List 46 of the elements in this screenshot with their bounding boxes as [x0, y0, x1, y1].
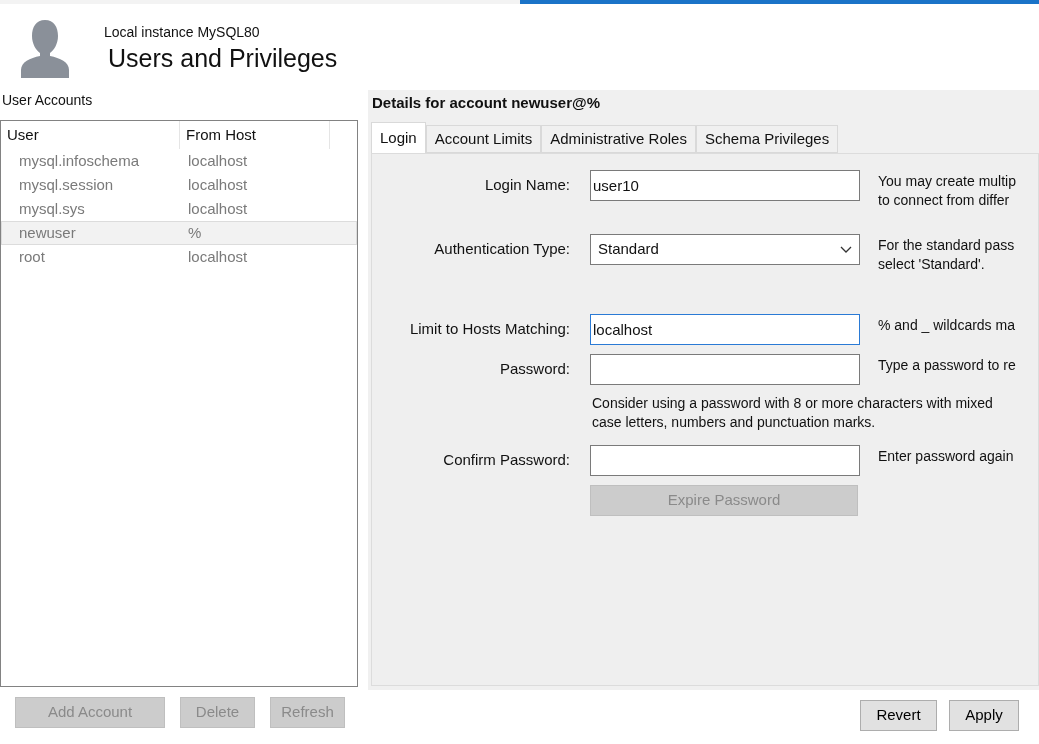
host-cell-text: localhost: [187, 198, 248, 219]
page-title: Users and Privileges: [108, 42, 338, 73]
account-row[interactable]: newuser %: [1, 221, 357, 245]
tab[interactable]: Account Limits: [425, 125, 542, 153]
account-row[interactable]: mysql.sys localhost: [1, 197, 357, 221]
account-row[interactable]: root localhost: [1, 245, 357, 269]
host-cell-text: %: [187, 222, 202, 243]
user-cell-text: mysql.session: [18, 174, 115, 195]
instance-name: Local instance MySQL80: [104, 22, 261, 42]
tab[interactable]: Login: [371, 122, 426, 153]
field-label: Limit to Hosts Matching:: [408, 319, 570, 340]
hint-text: % and _ wildcards ma: [878, 316, 1015, 335]
tab[interactable]: Schema Privileges: [695, 125, 839, 153]
user-cell-text: mysql.infoschema: [18, 150, 141, 171]
action-button[interactable]: Revert: [860, 700, 937, 731]
hint-text: For the standard pass: [878, 236, 1015, 255]
input-field[interactable]: [590, 354, 860, 385]
chevron-down-icon: [840, 245, 852, 254]
field-label: Authentication Type:: [433, 239, 570, 260]
field-label: Login Name:: [483, 175, 570, 196]
input-field[interactable]: [590, 445, 860, 476]
user-cell-text: newuser: [18, 222, 77, 243]
details-title: Details for account newuser@%: [371, 93, 602, 113]
field-label: Confirm Password:: [442, 450, 570, 471]
input-field[interactable]: user10: [590, 170, 860, 201]
host-cell-text: localhost: [187, 174, 248, 195]
hint-text: Enter password again: [878, 447, 1014, 466]
user-cell-text: root: [18, 246, 46, 267]
tab[interactable]: Administrative Roles: [541, 125, 696, 153]
input-field[interactable]: localhost: [590, 314, 860, 345]
hint-text: You may create multip: [878, 172, 1016, 191]
user-cell-text: mysql.sys: [18, 198, 86, 219]
column-header[interactable]: User: [1, 121, 180, 149]
password-advice: Consider using a password with 8 or more characters with mixed case letters, numbers and punctuation marks.: [592, 394, 994, 432]
section-label: User Accounts: [1, 91, 94, 110]
hint-text: select 'Standard'.: [878, 255, 986, 274]
account-row[interactable]: mysql.session localhost: [1, 173, 357, 197]
action-button[interactable]: Apply: [949, 700, 1019, 731]
host-cell-text: localhost: [187, 150, 248, 171]
account-row[interactable]: mysql.infoschema localhost: [1, 149, 357, 173]
column-header[interactable]: From Host: [180, 121, 330, 149]
hint-text: Type a password to re: [878, 356, 1016, 375]
field-label: Password:: [498, 359, 570, 380]
auth-type-dropdown[interactable]: Standard: [590, 234, 860, 265]
hint-text: to connect from differ: [878, 191, 1011, 210]
host-cell-text: localhost: [187, 246, 248, 267]
